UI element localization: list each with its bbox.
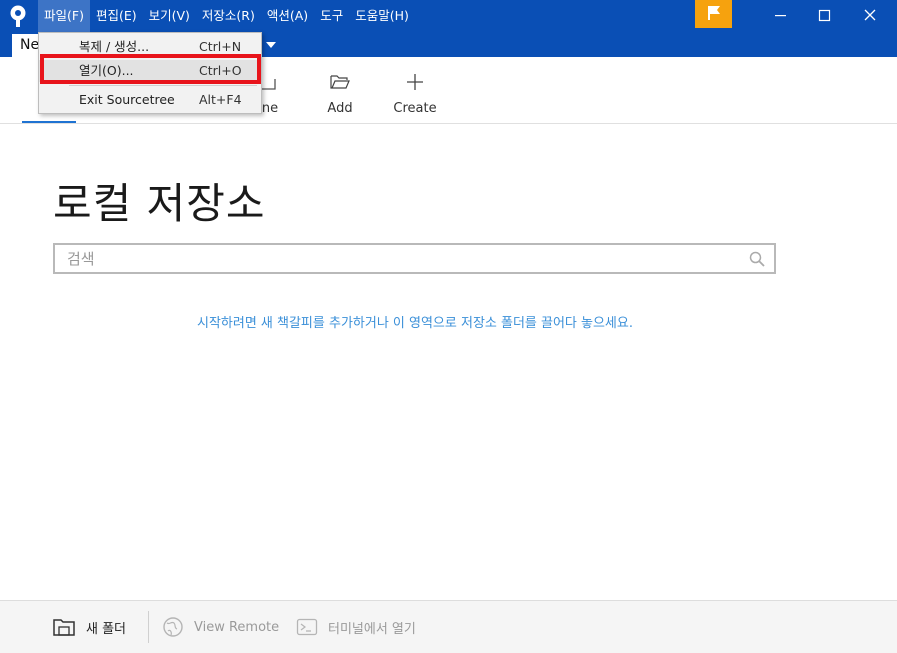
menu-view[interactable]: 보기(V)	[143, 0, 196, 32]
search-icon[interactable]	[748, 250, 766, 268]
page-title: 로컬 저장소	[53, 179, 266, 228]
menu-help[interactable]: 도움말(H)	[349, 0, 415, 32]
flag-icon	[708, 6, 720, 20]
open-terminal-label: 터미널에서 열기	[328, 621, 416, 637]
view-remote-label: View Remote	[194, 619, 280, 635]
new-folder-button[interactable]: 새 폴더	[52, 613, 126, 641]
minimize-button[interactable]	[758, 0, 802, 32]
search-input[interactable]	[67, 245, 727, 272]
menu-file[interactable]: 파일(F)	[38, 0, 90, 32]
tool-create-button[interactable]: Create	[390, 57, 440, 123]
search-box	[53, 243, 776, 274]
tool-create-label: Create	[393, 101, 437, 116]
sourcetree-logo-icon	[10, 5, 26, 27]
maximize-button[interactable]	[802, 0, 846, 32]
tab-dropdown-icon[interactable]	[266, 42, 276, 48]
notification-flag-button[interactable]	[695, 0, 732, 28]
bottom-bar: 새 폴더 View Remote 터미널에서 열기	[0, 600, 897, 653]
tool-add-button[interactable]: Add	[315, 57, 365, 123]
tab-title: Ne	[20, 37, 40, 53]
view-remote-button[interactable]: View Remote	[162, 613, 279, 641]
maximize-icon	[818, 9, 831, 22]
plus-icon	[407, 74, 423, 90]
close-button[interactable]	[848, 0, 892, 32]
close-icon	[864, 9, 876, 21]
title-bar: 파일(F) 편집(E) 보기(V) 저장소(R) 액션(A) 도구 도움말(H)	[0, 0, 897, 32]
menu-tools[interactable]: 도구	[314, 0, 349, 32]
folder-icon	[53, 619, 75, 636]
menu-separator	[69, 85, 257, 86]
terminal-icon	[296, 618, 318, 636]
menu-item-label: Exit Sourcetree	[79, 92, 175, 107]
menu-bar: 파일(F) 편집(E) 보기(V) 저장소(R) 액션(A) 도구 도움말(H)	[38, 0, 415, 32]
new-folder-label: 새 폴더	[86, 621, 127, 637]
tool-add-label: Add	[327, 101, 353, 116]
open-terminal-button[interactable]: 터미널에서 열기	[296, 613, 416, 641]
menu-item-shortcut: Alt+F4	[199, 92, 242, 107]
minimize-icon	[775, 15, 786, 17]
globe-icon	[163, 617, 183, 637]
menu-edit[interactable]: 편집(E)	[90, 0, 143, 32]
menu-item-exit[interactable]: Exit Sourcetree Alt+F4	[39, 89, 261, 111]
bottom-bar-divider	[148, 611, 149, 643]
menu-actions[interactable]: 액션(A)	[261, 0, 314, 32]
empty-state-hint: 시작하려면 새 책갈피를 추가하거나 이 영역으로 저장소 폴더를 끌어다 놓으…	[196, 316, 633, 331]
menu-repository[interactable]: 저장소(R)	[196, 0, 261, 32]
folder-open-icon	[330, 75, 350, 89]
highlight-annotation-box	[40, 54, 261, 84]
